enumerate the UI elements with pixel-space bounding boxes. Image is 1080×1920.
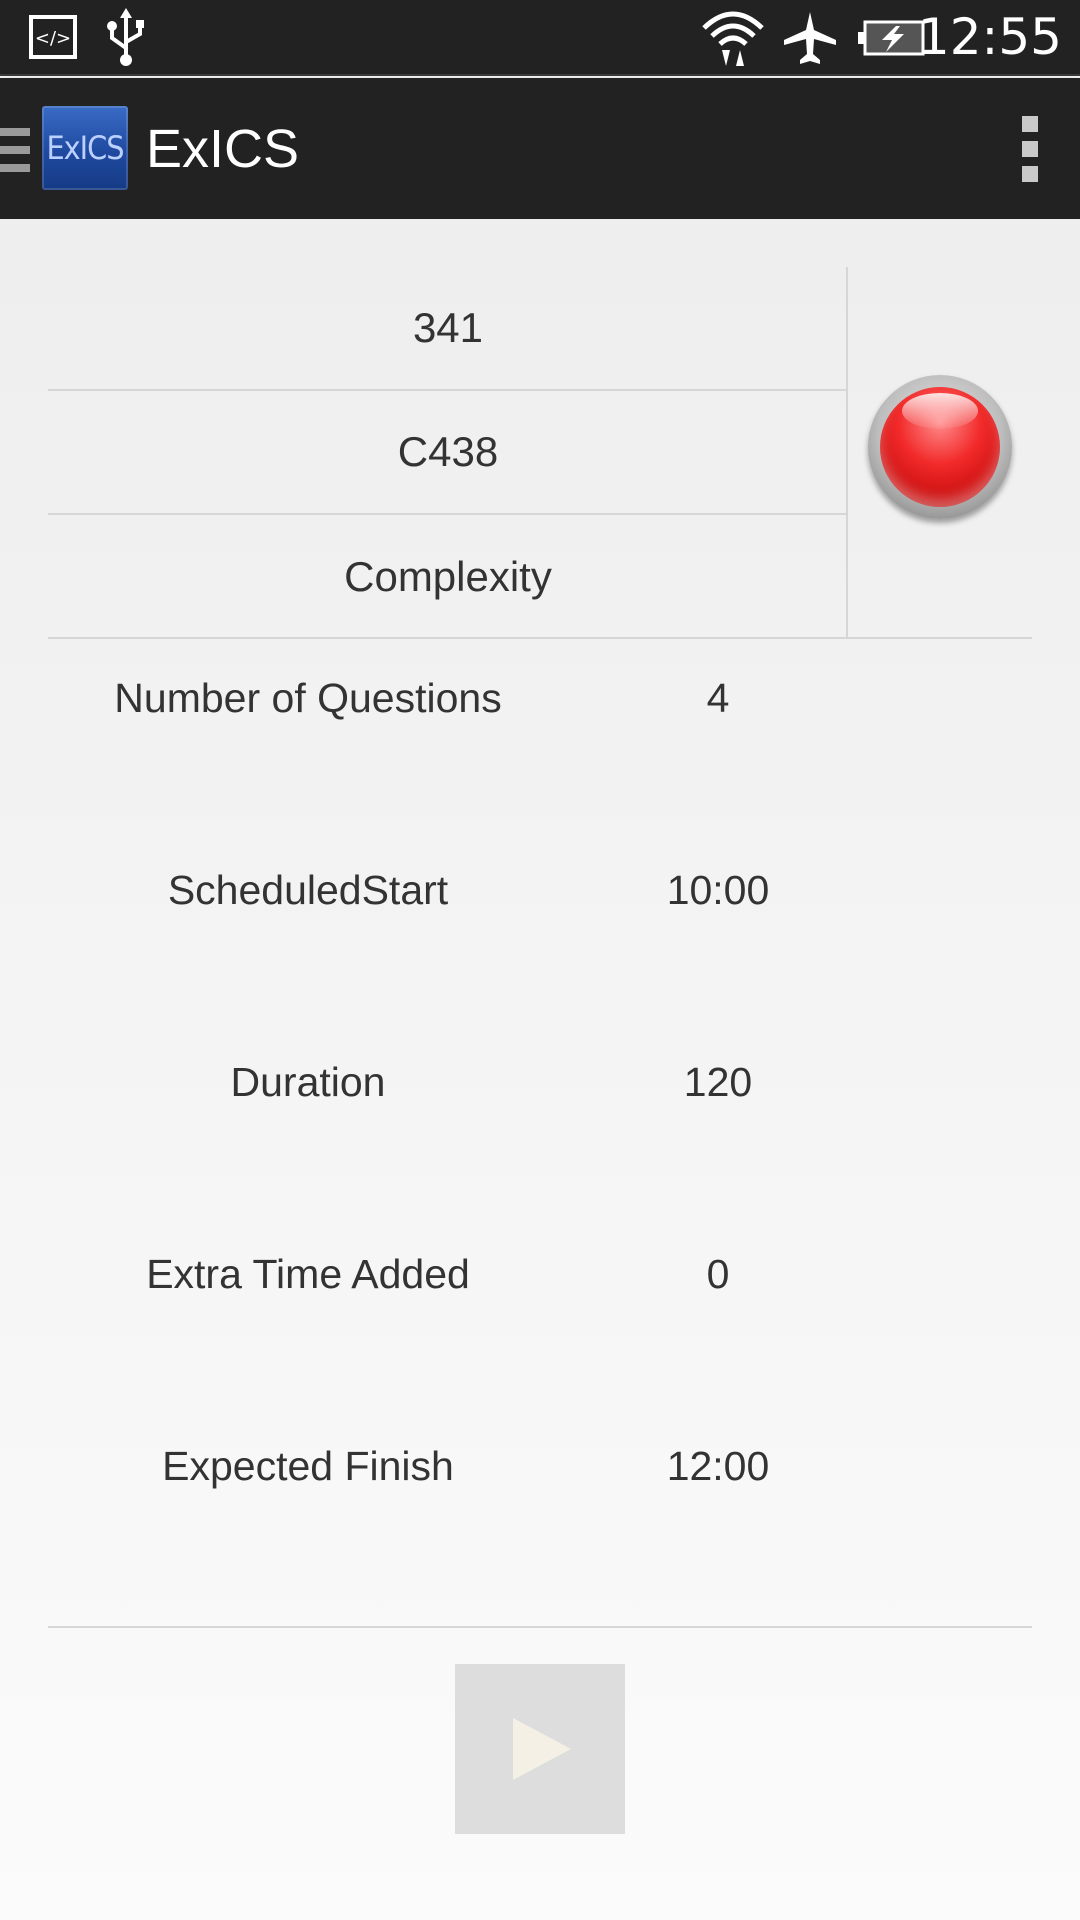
developer-code-icon: </>	[28, 14, 78, 65]
status-bar: </> 12:55	[0, 0, 1080, 76]
divider	[846, 267, 848, 637]
detail-row-expected-finish: Expected Finish 12:00	[48, 1443, 1032, 1503]
detail-row-number-of-questions: Number of Questions 4	[48, 675, 1032, 735]
svg-text:</>: </>	[35, 28, 71, 49]
detail-row-extra-time-added: Extra Time Added 0	[48, 1251, 1032, 1311]
action-bar: ExICS ExICS	[0, 78, 1080, 219]
play-button[interactable]	[455, 1664, 625, 1834]
play-icon	[513, 1718, 571, 1780]
usb-icon	[102, 8, 150, 71]
detail-value: 12:00	[666, 1443, 770, 1489]
airplane-mode-icon	[782, 10, 838, 71]
detail-label: Number of Questions	[114, 675, 502, 721]
exam-detail-content: 341 C438 Complexity Number of Questions …	[0, 219, 1080, 1920]
detail-label: Expected Finish	[162, 1443, 454, 1489]
clock: 12:55	[917, 8, 1062, 66]
app-title: ExICS	[146, 119, 300, 179]
app-logo-text: ExICS	[46, 129, 124, 167]
detail-label: Extra Time Added	[146, 1251, 470, 1297]
exam-complexity: Complexity	[344, 553, 552, 600]
app-logo[interactable]: ExICS	[42, 106, 128, 190]
detail-value: 120	[683, 1059, 753, 1105]
exam-id: 341	[48, 267, 848, 391]
detail-value: 4	[706, 675, 730, 721]
divider	[48, 637, 1032, 639]
wifi-icon	[700, 6, 766, 75]
exam-code: C438	[48, 391, 848, 515]
drawer-icon[interactable]	[0, 128, 30, 172]
record-red-icon[interactable]	[868, 375, 1012, 519]
divider	[48, 1626, 1032, 1628]
battery-charging-icon	[858, 20, 926, 61]
detail-label: ScheduledStart	[167, 867, 449, 913]
detail-row-duration: Duration 120	[48, 1059, 1032, 1119]
detail-value: 0	[706, 1251, 730, 1297]
detail-row-scheduled-start: ScheduledStart 10:00	[48, 867, 1032, 927]
exam-header-table: 341 C438 Complexity	[48, 267, 1032, 639]
detail-value: 10:00	[666, 867, 770, 913]
overflow-menu-icon[interactable]	[1022, 116, 1040, 182]
detail-label: Duration	[230, 1059, 386, 1105]
